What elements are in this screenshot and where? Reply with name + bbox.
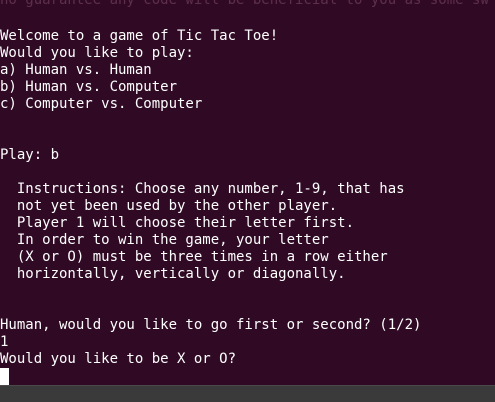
play-choice-line: Play: b [0, 147, 60, 163]
first-or-second-prompt: Human, would you like to go first or sec… [0, 317, 422, 333]
instructions-line-3: Player 1 will choose their letter first. [0, 215, 355, 231]
prompt-play-mode: Would you like to play: [0, 45, 194, 61]
option-c: c) Computer vs. Computer [0, 96, 203, 112]
instructions-line-1: Instructions: Choose any number, 1-9, th… [0, 181, 405, 197]
instructions-line-4: In order to win the game, your letter [0, 232, 329, 248]
instructions-line-6: horizontally, vertically or diagonally. [0, 266, 346, 282]
first-or-second-answer: 1 [0, 334, 9, 350]
welcome-line: Welcome to a game of Tic Tac Toe! [0, 28, 279, 44]
text-cursor[interactable] [0, 368, 9, 385]
letter-choice-prompt: Would you like to be X or O? [0, 351, 237, 367]
window-bottom-bar [0, 385, 495, 402]
instructions-line-5: (X or O) must be three times in a row ei… [0, 249, 388, 265]
option-b: b) Human vs. Computer [0, 79, 178, 95]
terminal-window[interactable]: no guarantee any code will be beneficial… [0, 0, 495, 402]
option-a: a) Human vs. Human [0, 62, 152, 78]
instructions-line-2: not yet been used by the other player. [0, 198, 338, 214]
scrolled-off-line: no guarantee any code will be beneficial… [0, 0, 489, 8]
